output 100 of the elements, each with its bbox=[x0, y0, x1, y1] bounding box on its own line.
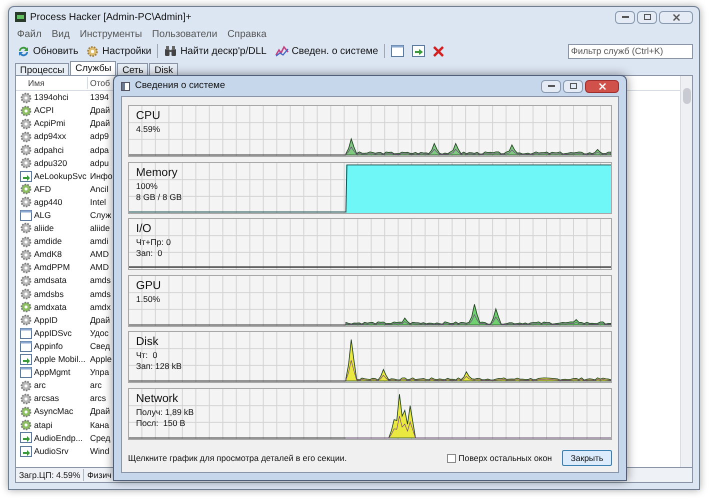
column-header[interactable]: Имя bbox=[16, 76, 88, 90]
on-top-checkbox[interactable]: Поверх остальных окон bbox=[446, 452, 552, 464]
menu-item[interactable]: Инструменты bbox=[80, 26, 142, 42]
table-cell-text: Драй bbox=[89, 104, 110, 118]
table-cell: amdsbs bbox=[34, 288, 64, 300]
table-cell: AppID bbox=[34, 314, 58, 327]
gear-icon bbox=[20, 262, 32, 274]
table-cell-text: Сред bbox=[89, 432, 110, 444]
gear-icon bbox=[20, 288, 32, 300]
graph-panel[interactable]: Network Получ: 1,89 kB Посл: 150 B bbox=[128, 388, 612, 440]
close-dialog-button[interactable]: Закрыть bbox=[562, 450, 612, 466]
table-cell: amdide bbox=[34, 235, 62, 248]
gear-icon bbox=[20, 274, 32, 287]
column-header[interactable]: Отоб bbox=[88, 76, 110, 90]
panel-reading: Зап: 0 bbox=[136, 248, 164, 259]
table-cell: 1394ohci bbox=[34, 91, 69, 104]
toolbar-button[interactable]: Настройки bbox=[84, 42, 154, 60]
gear-icon bbox=[20, 418, 32, 431]
menu-item[interactable]: Справка bbox=[227, 26, 267, 42]
table-cell: AsyncMac bbox=[34, 405, 74, 418]
menu-item[interactable]: Вид bbox=[52, 26, 70, 42]
menu-item[interactable]: Пользователи bbox=[152, 26, 218, 42]
window-icon bbox=[20, 340, 32, 352]
table-cell: amdsata bbox=[34, 274, 67, 288]
tab[interactable]: Службы bbox=[70, 61, 116, 75]
table-cell: aliide bbox=[34, 222, 54, 235]
table-cell-text: arcs bbox=[89, 392, 106, 406]
table-cell: adpahci bbox=[34, 144, 64, 156]
toolbar-button[interactable]: Обновить bbox=[15, 42, 80, 60]
toolbar-button[interactable]: Найти дескр'р/DLL bbox=[162, 42, 269, 60]
gear-icon bbox=[20, 222, 32, 234]
panel-reading: 4.59% bbox=[136, 124, 160, 135]
close-button[interactable] bbox=[659, 10, 693, 24]
table-cell: AcpiPmi bbox=[34, 117, 66, 130]
table-cell-text: amdi bbox=[89, 235, 108, 248]
panel-reading: 100% bbox=[136, 180, 159, 192]
tab[interactable]: Disk bbox=[149, 63, 178, 75]
scroll-bar[interactable] bbox=[680, 76, 692, 467]
table-cell: Apple Mobil... bbox=[34, 353, 86, 366]
gear-icon bbox=[20, 183, 32, 196]
chart-icon bbox=[274, 45, 289, 57]
table-cell-text: amds bbox=[89, 274, 111, 288]
close-button[interactable] bbox=[585, 80, 619, 92]
table-cell: AFD bbox=[34, 182, 51, 196]
panel-reading: Получ: 1,89 kB bbox=[136, 406, 194, 418]
graph-panel[interactable]: I/O Чт+Пр: 0 Зап: 0 bbox=[128, 218, 612, 270]
panel-reading: 1.50% bbox=[136, 294, 161, 304]
tab[interactable]: Процессы bbox=[15, 63, 70, 75]
toolbar-icon-button[interactable] bbox=[410, 42, 428, 60]
maximize-button[interactable] bbox=[637, 10, 657, 24]
gear-icon bbox=[20, 392, 32, 405]
gear-icon bbox=[20, 144, 32, 156]
maximize-button[interactable] bbox=[563, 80, 583, 92]
gear-icon bbox=[20, 380, 32, 392]
table-cell: adp94xx bbox=[34, 130, 66, 144]
table-cell: agp440 bbox=[34, 196, 62, 209]
panel-reading: Посл: 150 B bbox=[136, 418, 186, 428]
gear-icon bbox=[20, 157, 32, 170]
minimize-button[interactable] bbox=[541, 80, 561, 92]
window-icon bbox=[391, 45, 404, 57]
gear-icon bbox=[20, 104, 32, 117]
table-cell: ALG bbox=[34, 209, 52, 222]
table-cell-text: adpa bbox=[89, 144, 109, 156]
table-cell-text: Драй bbox=[89, 117, 110, 130]
gear-icon bbox=[20, 406, 32, 418]
menu-item[interactable]: Файл bbox=[17, 26, 42, 42]
panel-title: Memory bbox=[136, 166, 179, 180]
table-cell-text: Драй bbox=[89, 314, 110, 327]
graph-panel[interactable]: GPU 1.50% bbox=[128, 274, 612, 326]
window-icon bbox=[20, 367, 32, 378]
panel-title: CPU bbox=[136, 109, 160, 124]
table-cell: AeLookupSvc bbox=[34, 170, 86, 182]
tab[interactable]: Сеть bbox=[117, 63, 148, 75]
graph-panel[interactable]: Disk Чт: 0 Зап: 128 kB bbox=[128, 331, 612, 383]
app-icon bbox=[15, 12, 26, 22]
table-cell: AppIDSvc bbox=[34, 326, 72, 340]
table-cell-text: AMD bbox=[89, 248, 109, 262]
table-cell-text: Служ bbox=[89, 209, 112, 222]
window-icon bbox=[20, 328, 32, 339]
window-title: Process Hacker [Admin-PC\Admin]+ bbox=[30, 10, 192, 24]
table-cell-text: Инфо bbox=[89, 170, 113, 182]
table-cell: adpu320 bbox=[34, 156, 68, 170]
minimize-button[interactable] bbox=[615, 10, 635, 24]
status-text: Загр.ЦП: 4.59% bbox=[16, 468, 84, 482]
filter-field[interactable]: Фильтр служб (Ctrl+K) bbox=[568, 44, 693, 58]
gear-icon bbox=[20, 314, 32, 326]
toolbar-button[interactable]: Сведен. о системе bbox=[272, 42, 380, 60]
gear-icon bbox=[20, 118, 32, 130]
table-cell: amdxata bbox=[34, 300, 67, 314]
table-cell-text: arc bbox=[89, 379, 102, 392]
table-cell-text: Драй bbox=[89, 405, 110, 418]
table-cell-text: Кана bbox=[89, 418, 110, 432]
graph-panel[interactable]: CPU 4.59% bbox=[128, 105, 612, 157]
table-cell: AudioSrv bbox=[34, 444, 68, 458]
gear-icon bbox=[20, 301, 32, 314]
gear-icon bbox=[86, 44, 100, 58]
close-icon bbox=[672, 14, 680, 20]
toolbar-icon-button[interactable] bbox=[389, 42, 406, 60]
graph-panel[interactable]: Memory 100% 8 GB / 8 GB bbox=[128, 162, 612, 214]
table-cell: AudioEndp... bbox=[34, 432, 83, 444]
